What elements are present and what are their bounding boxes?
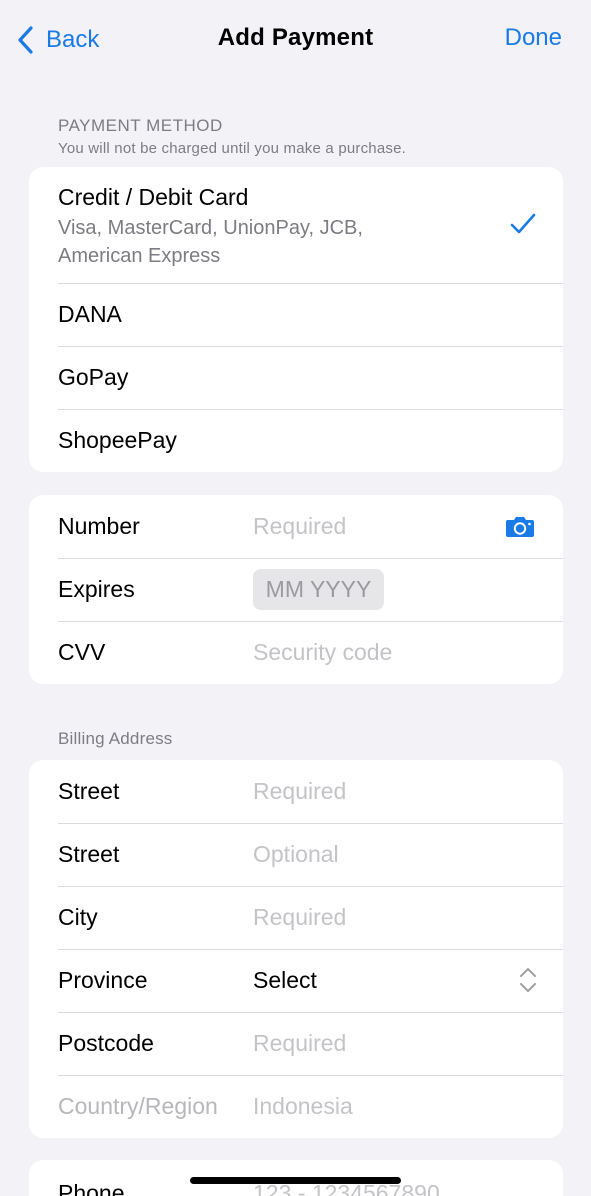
province-select[interactable]: Select [253,967,317,994]
postcode-row: Postcode Required [29,1012,563,1075]
payment-method-list: Credit / Debit Card Visa, MasterCard, Un… [29,167,563,472]
city-label: City [58,904,98,930]
payment-method-title: PAYMENT METHOD [58,116,223,135]
billing-address-title: Billing Address [58,729,173,748]
payment-option-label: GoPay [58,364,129,390]
street-2-label: Street [58,841,120,867]
payment-option-dana[interactable]: DANA [29,283,563,346]
navigation-bar: Back Add Payment Done [0,0,591,80]
card-number-row: Number Required [29,495,563,558]
province-label: Province [58,967,148,993]
payment-option-label: ShopeePay [58,427,177,453]
expires-label: Expires [58,576,135,602]
payment-option-shopeepay[interactable]: ShopeePay [29,409,563,472]
postcode-field[interactable]: Required [253,1030,346,1057]
street-2-field[interactable]: Optional [253,841,339,868]
cvv-field[interactable]: Security code [253,639,392,666]
camera-icon[interactable] [505,515,535,538]
card-number-label: Number [58,513,140,539]
cvv-label: CVV [58,639,106,665]
city-field[interactable]: Required [253,904,346,931]
city-row: City Required [29,886,563,949]
card-number-field[interactable]: Required [253,513,346,540]
card-details-form: Number Required Expires MM YYYY CVV Secu… [29,495,563,684]
country-label: Country/Region [58,1093,218,1119]
payment-option-label: DANA [58,301,122,327]
postcode-label: Postcode [58,1030,154,1056]
payment-method-header: PAYMENT METHOD You will not be charged u… [58,116,406,157]
checkmark-icon [510,213,536,234]
page-title: Add Payment [217,24,374,51]
country-row: Country/Region Indonesia [29,1075,563,1138]
expires-row: Expires MM YYYY [29,558,563,621]
street-field[interactable]: Required [253,778,346,805]
payment-option-label: Credit / Debit Card [58,184,249,210]
payment-option-gopay[interactable]: GoPay [29,346,563,409]
billing-address-header: Billing Address [58,729,173,749]
done-button[interactable]: Done [505,24,562,52]
chevron-updown-icon [520,968,536,992]
payment-option-detail: Visa, MasterCard, UnionPay, JCB, America… [58,217,363,267]
street-2-row: Street Optional [29,823,563,886]
street-label: Street [58,778,120,804]
expiry-date-picker[interactable]: MM YYYY [253,569,384,610]
payment-method-subtitle: You will not be charged until you make a… [58,140,406,157]
billing-address-form: Street Required Street Optional City Req… [29,760,563,1138]
home-indicator [190,1177,401,1184]
province-row[interactable]: Province Select [29,949,563,1012]
country-value: Indonesia [253,1093,353,1119]
phone-label: Phone [58,1180,125,1196]
street-row: Street Required [29,760,563,823]
cvv-row: CVV Security code [29,621,563,684]
payment-option-credit-debit-card[interactable]: Credit / Debit Card Visa, MasterCard, Un… [29,167,563,283]
